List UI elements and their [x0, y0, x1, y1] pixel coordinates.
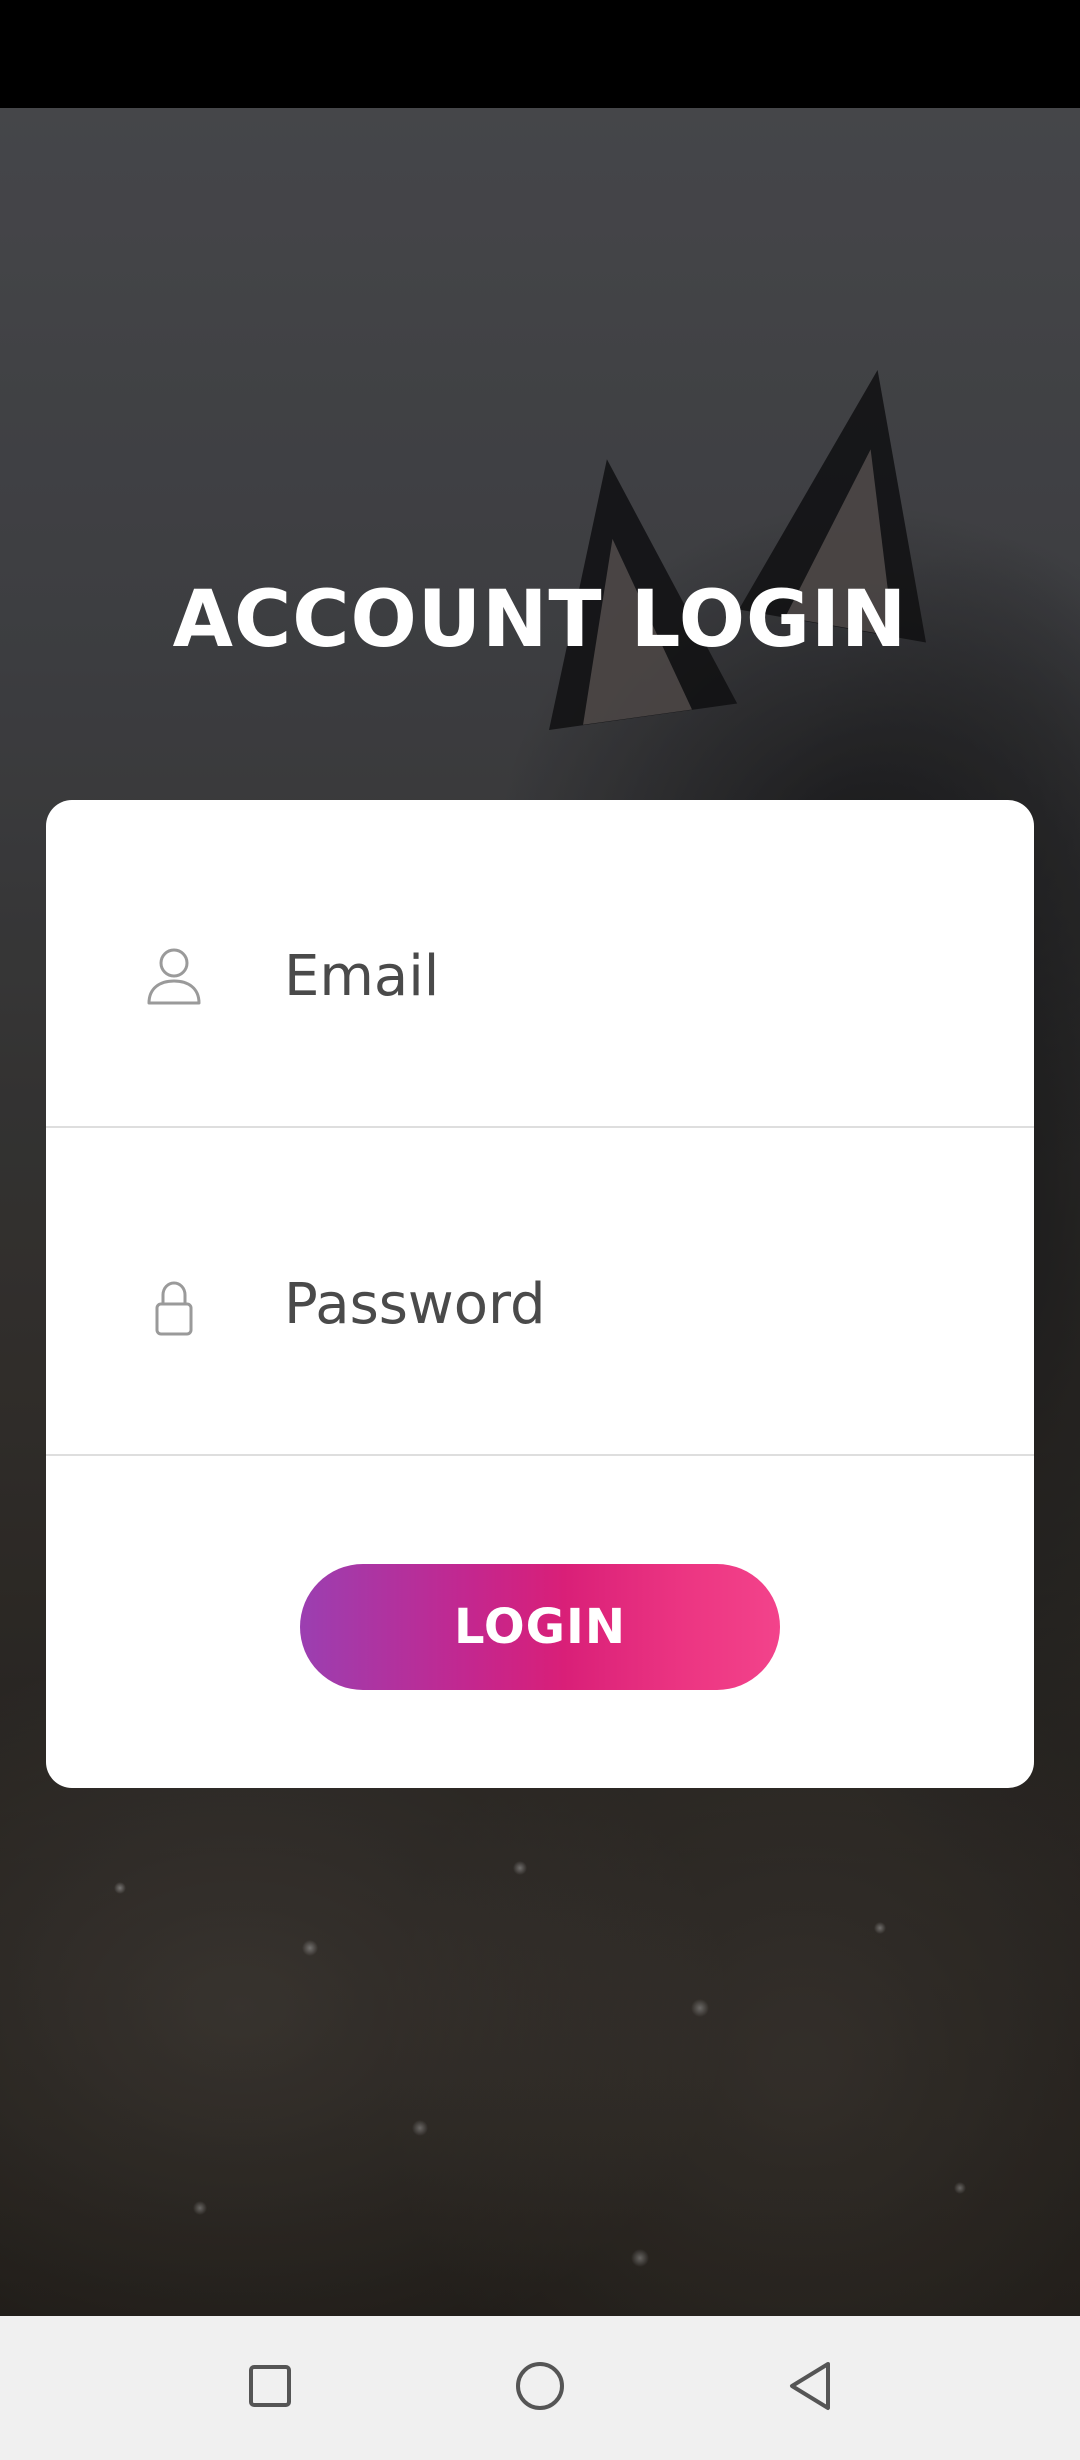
home-button[interactable]: [460, 2316, 620, 2460]
email-input[interactable]: [284, 926, 964, 1026]
system-nav-bar: [0, 2316, 1080, 2460]
login-button[interactable]: LOGIN: [300, 1564, 780, 1690]
triangle-back-icon: [786, 2360, 834, 2416]
user-icon: [146, 946, 202, 1006]
login-card: LOGIN: [46, 800, 1034, 1788]
password-row: [46, 1128, 1034, 1456]
recents-button[interactable]: [190, 2316, 350, 2460]
back-button[interactable]: [730, 2316, 890, 2460]
email-row: [46, 800, 1034, 1128]
status-bar: [0, 0, 1080, 108]
lock-icon: [146, 1278, 202, 1338]
circle-icon: [514, 2360, 566, 2416]
password-input[interactable]: [284, 1254, 964, 1354]
page-title: ACCOUNT LOGIN: [172, 575, 908, 665]
square-icon: [248, 2364, 292, 2412]
